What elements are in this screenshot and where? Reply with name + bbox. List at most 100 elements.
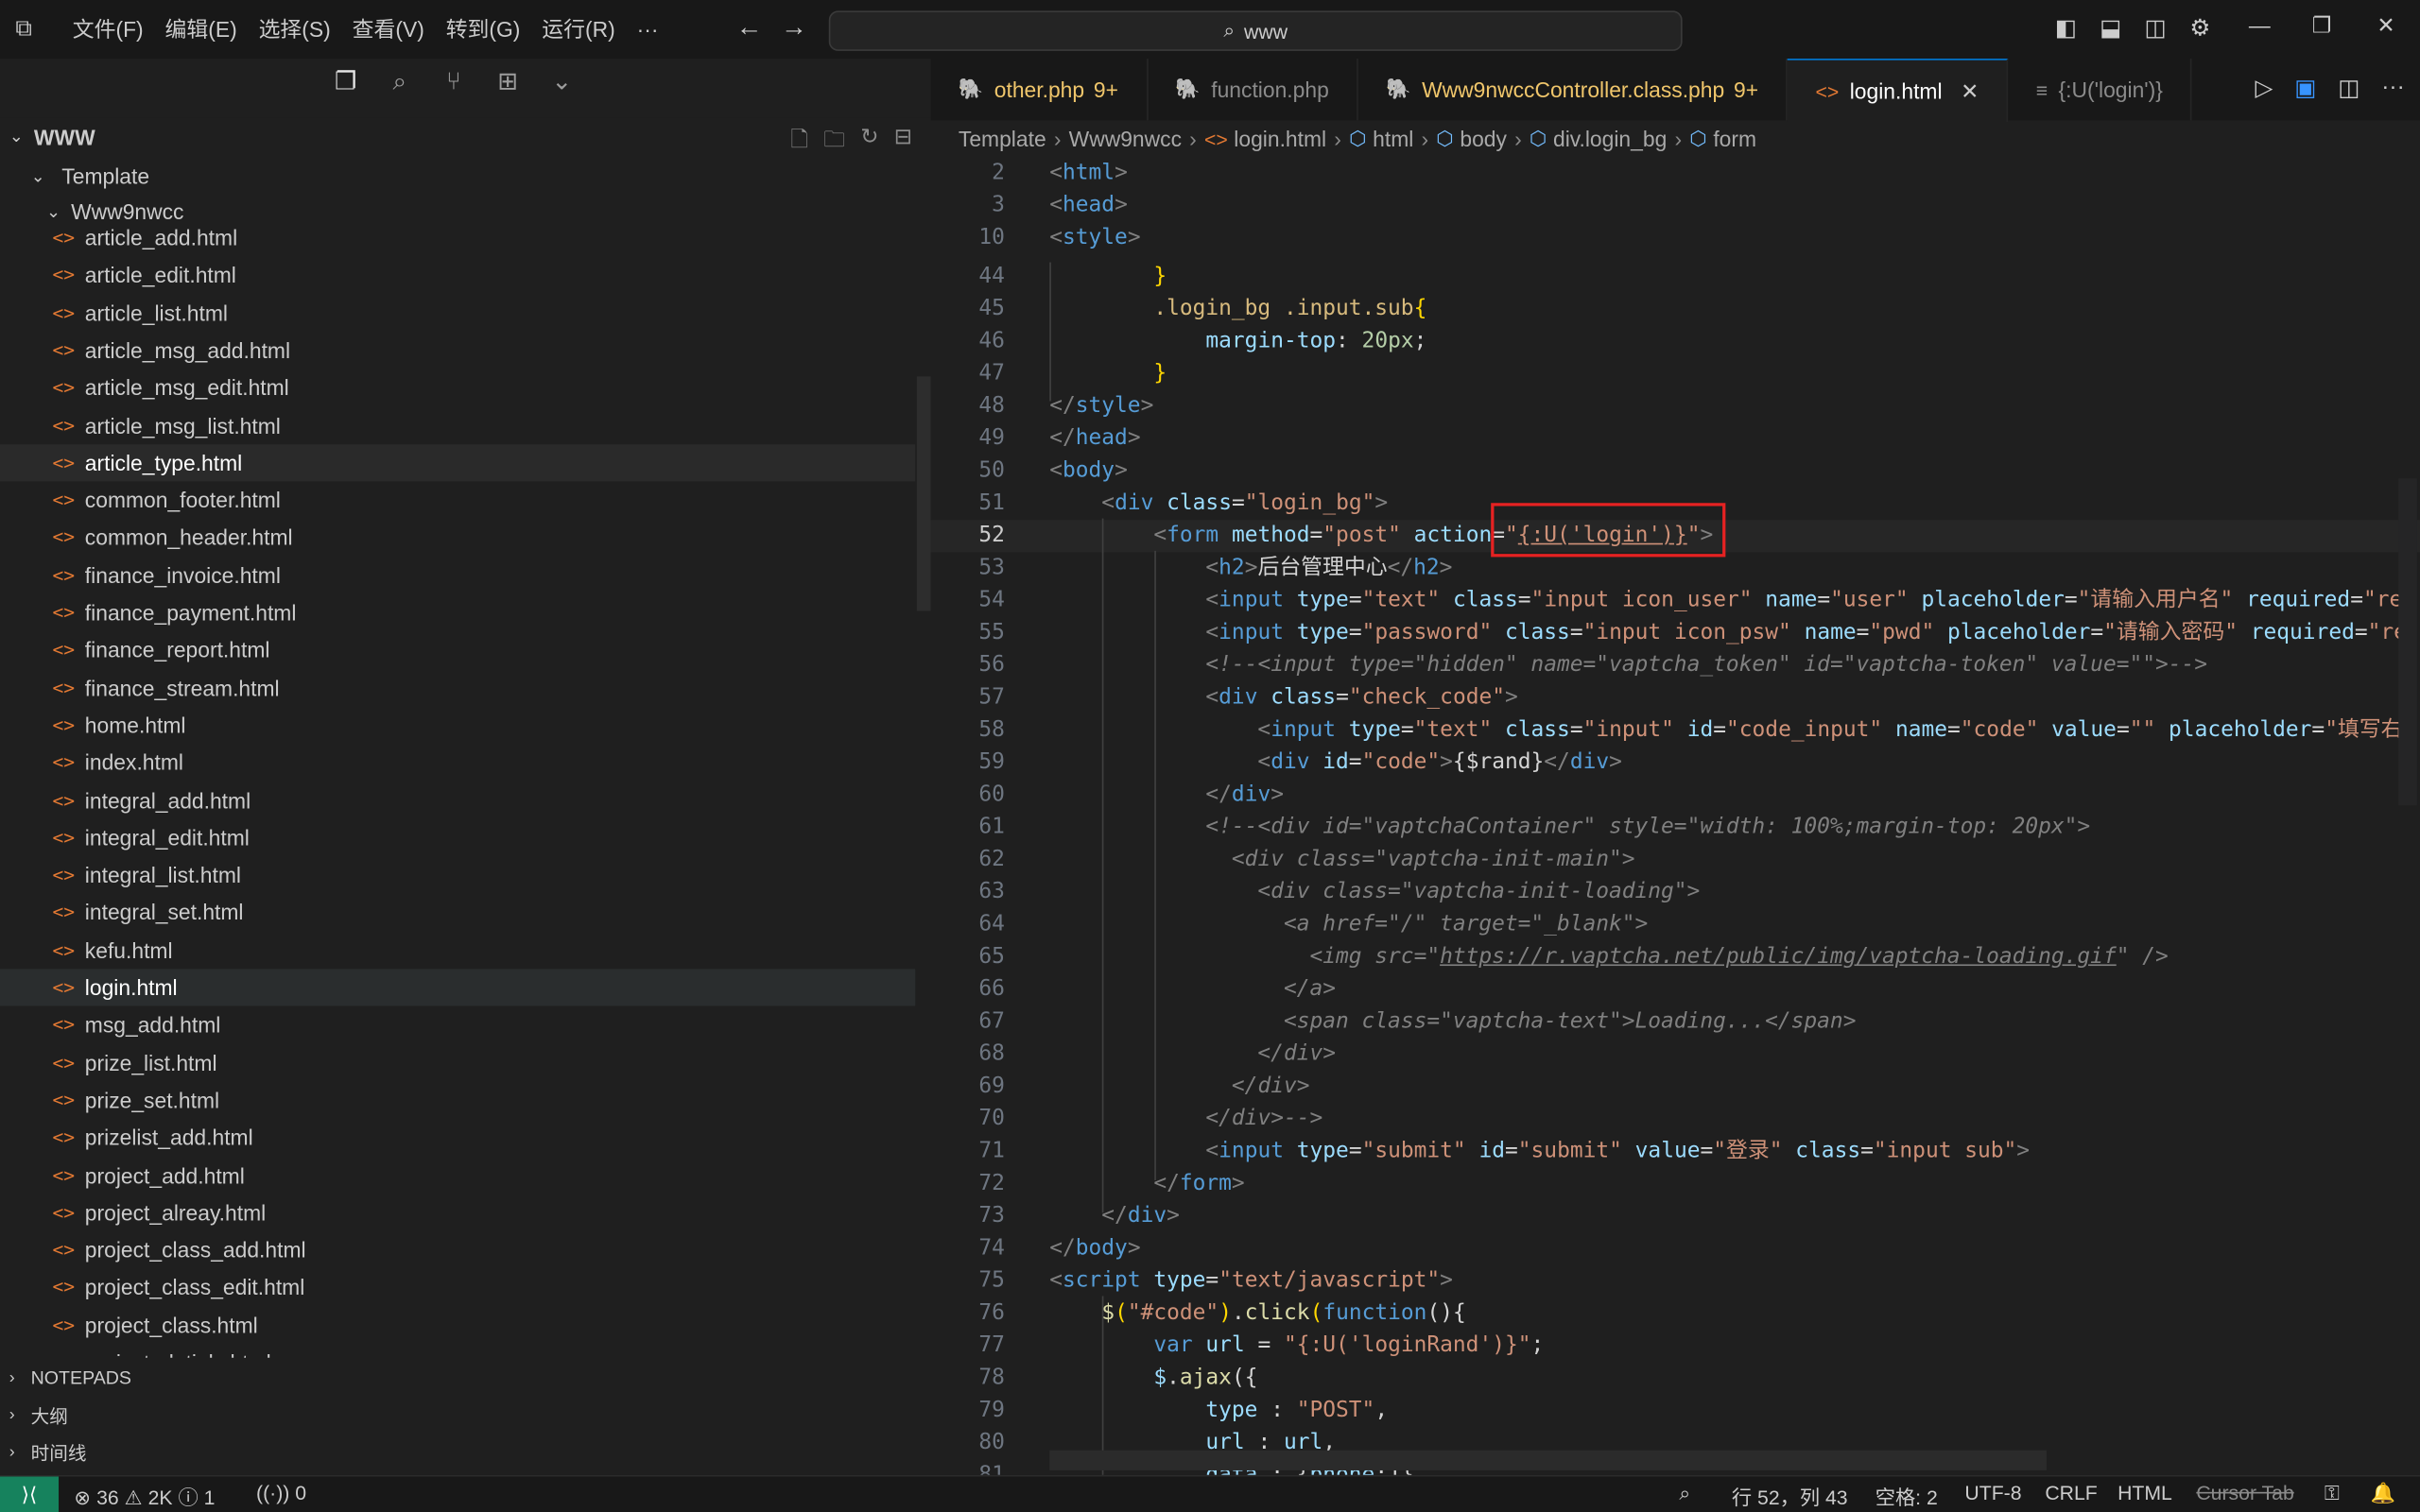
close-window-icon[interactable]: ✕ bbox=[2377, 12, 2394, 39]
indentation[interactable]: 空格: 2 bbox=[1876, 1481, 1938, 1510]
encoding[interactable]: UTF-8 bbox=[1964, 1481, 2021, 1503]
toggle-primary-sidebar-icon[interactable]: ◧ bbox=[2052, 15, 2079, 42]
breadcrumb-item[interactable]: div.login_bg bbox=[1553, 127, 1667, 151]
file-item[interactable]: <> project_class_edit.html bbox=[0, 1269, 915, 1306]
file-item[interactable]: <> finance_stream.html bbox=[0, 669, 915, 706]
breadcrumb-item[interactable]: html bbox=[1373, 127, 1413, 151]
zoom-icon[interactable]: ⌕ bbox=[1679, 1481, 1690, 1505]
file-item[interactable]: <> integral_add.html bbox=[0, 782, 915, 818]
file-item[interactable]: <> article_list.html bbox=[0, 294, 915, 331]
line-number: 45 bbox=[978, 296, 1005, 321]
file-label: common_footer.html bbox=[84, 488, 281, 513]
tab-controller-php[interactable]: 🐘 Www9nwccController.class.php 9+ bbox=[1358, 59, 1789, 121]
file-item[interactable]: <> finance_payment.html bbox=[0, 594, 915, 631]
file-item[interactable]: <> article_msg_list.html bbox=[0, 406, 915, 443]
breadcrumb-item[interactable]: form bbox=[1713, 127, 1756, 151]
menu-go[interactable]: 转到(G) bbox=[435, 14, 531, 45]
file-item[interactable]: <> integral_edit.html bbox=[0, 819, 915, 856]
run-icon[interactable]: ▷ bbox=[2256, 74, 2273, 102]
file-item[interactable]: <> common_footer.html bbox=[0, 482, 915, 519]
line-number: 64 bbox=[978, 911, 1005, 937]
file-item[interactable]: <> home.html bbox=[0, 707, 915, 744]
toggle-secondary-sidebar-icon[interactable]: ◫ bbox=[2142, 15, 2169, 42]
menu-edit[interactable]: 编辑(E) bbox=[154, 14, 248, 45]
source-control-icon[interactable]: ⑂ bbox=[440, 68, 467, 99]
open-preview-icon[interactable]: ▣ bbox=[2294, 74, 2316, 102]
file-item[interactable]: <> project_class.html bbox=[0, 1306, 915, 1343]
file-item[interactable]: <> index.html bbox=[0, 744, 915, 781]
menu-run[interactable]: 运行(R) bbox=[531, 14, 626, 45]
file-item[interactable]: <> prize_list.html bbox=[0, 1044, 915, 1081]
file-item[interactable]: <> article_edit.html bbox=[0, 257, 915, 294]
section-outline[interactable]: › 大纲 bbox=[0, 1398, 931, 1432]
tab-login-html[interactable]: <> login.html ✕ bbox=[1788, 59, 2009, 122]
outline-icon: ≡ bbox=[2035, 77, 2048, 101]
chevron-right-icon: › bbox=[9, 1368, 15, 1387]
file-label: article_msg_edit.html bbox=[84, 375, 289, 401]
command-center-search[interactable]: ⌕ www bbox=[828, 10, 1683, 51]
file-item[interactable]: <> prizelist_add.html bbox=[0, 1119, 915, 1156]
menu-file[interactable]: 文件(F) bbox=[61, 14, 154, 45]
file-item[interactable]: <> integral_list.html bbox=[0, 856, 915, 893]
section-notepads[interactable]: › NOTEPADS bbox=[0, 1361, 931, 1395]
explorer-scrollbar[interactable] bbox=[916, 376, 931, 611]
problems-indicator[interactable]: ⊗ 36 ⚠ 2K ⓘ 1 bbox=[74, 1481, 215, 1510]
key-icon[interactable]: ⚿ bbox=[2325, 1481, 2340, 1505]
extensions-icon[interactable]: ⊞ bbox=[493, 68, 521, 99]
file-item[interactable]: <> project_alreay.html bbox=[0, 1194, 915, 1230]
horizontal-scrollbar[interactable] bbox=[1049, 1450, 2047, 1470]
breadcrumb-item[interactable]: body bbox=[1460, 127, 1507, 151]
ports-indicator[interactable]: ((·)) 0 bbox=[256, 1481, 306, 1503]
file-item[interactable]: <> integral_set.html bbox=[0, 894, 915, 931]
file-item[interactable]: <> project_add.html bbox=[0, 1157, 915, 1194]
back-arrow-icon[interactable]: ← bbox=[736, 12, 763, 43]
cursor-tab[interactable]: Cursor Tab bbox=[2196, 1481, 2293, 1503]
tab-preview[interactable]: ≡ {:U('login')} bbox=[2008, 59, 2192, 121]
chevron-right-icon: › bbox=[1053, 126, 1062, 152]
more-actions-icon[interactable]: ··· bbox=[2381, 74, 2404, 101]
notifications-bell-icon[interactable]: 🔔 bbox=[2371, 1481, 2395, 1505]
file-item[interactable]: <> article_msg_edit.html bbox=[0, 369, 915, 406]
file-label: article_msg_list.html bbox=[84, 412, 281, 438]
menu-view[interactable]: 查看(V) bbox=[341, 14, 435, 45]
file-item[interactable]: <> finance_invoice.html bbox=[0, 557, 915, 593]
remote-indicator-icon[interactable]: ⟩⟨ bbox=[0, 1476, 60, 1512]
restore-icon[interactable]: ❐ bbox=[2312, 12, 2332, 39]
tab-function-php[interactable]: 🐘 function.php bbox=[1148, 59, 1358, 121]
toggle-panel-icon[interactable]: ⬓ bbox=[2098, 15, 2124, 42]
menu-more[interactable]: ··· bbox=[626, 17, 669, 42]
file-item[interactable]: <> article_msg_add.html bbox=[0, 332, 915, 369]
file-item[interactable]: <> kefu.html bbox=[0, 932, 915, 969]
sidebar-view-switcher: ❐ ⌕ ⑂ ⊞ ⌄ bbox=[332, 68, 576, 99]
minimize-icon[interactable]: — bbox=[2249, 12, 2271, 37]
file-item[interactable]: <> article_type.html bbox=[0, 443, 916, 482]
breadcrumb-item[interactable]: Www9nwcc bbox=[1069, 127, 1182, 151]
menu-selection[interactable]: 选择(S) bbox=[248, 14, 341, 45]
search-view-icon[interactable]: ⌕ bbox=[386, 68, 413, 99]
chevron-down-icon[interactable]: ⌄ bbox=[548, 68, 576, 99]
split-editor-icon[interactable]: ◫ bbox=[2338, 74, 2360, 102]
info-icon: ⓘ bbox=[178, 1486, 199, 1509]
language-mode[interactable]: HTML bbox=[2118, 1481, 2172, 1503]
line-number: 77 bbox=[978, 1332, 1005, 1358]
file-item[interactable]: <> article_add.html bbox=[0, 219, 915, 256]
end-of-line[interactable]: CRLF bbox=[2045, 1481, 2097, 1503]
file-item[interactable]: <> login.html bbox=[0, 969, 916, 1006]
section-timeline[interactable]: › 时间线 bbox=[0, 1435, 931, 1469]
vertical-scrollbar[interactable] bbox=[2398, 478, 2417, 806]
forward-arrow-icon[interactable]: → bbox=[781, 12, 807, 43]
file-label: project_detials.html bbox=[85, 1350, 271, 1358]
breadcrumb-item[interactable]: Template bbox=[959, 127, 1046, 151]
tab-other-php[interactable]: 🐘 other.php 9+ bbox=[931, 59, 1148, 121]
breadcrumb-item[interactable]: login.html bbox=[1234, 127, 1326, 151]
explorer-icon[interactable]: ❐ bbox=[332, 68, 359, 99]
file-item[interactable]: <> project_class_add.html bbox=[0, 1231, 915, 1268]
file-item[interactable]: <> prize_set.html bbox=[0, 1081, 915, 1118]
file-item[interactable]: <> common_header.html bbox=[0, 519, 915, 556]
file-item[interactable]: <> msg_add.html bbox=[0, 1006, 915, 1043]
cursor-position[interactable]: 行 52，列 43 bbox=[1732, 1481, 1848, 1510]
close-icon[interactable]: ✕ bbox=[1961, 77, 1979, 104]
settings-gear-icon[interactable]: ⚙ bbox=[2187, 15, 2214, 42]
file-item[interactable]: <> finance_report.html bbox=[0, 631, 915, 668]
file-item[interactable]: <> project_detials.html bbox=[0, 1344, 915, 1358]
